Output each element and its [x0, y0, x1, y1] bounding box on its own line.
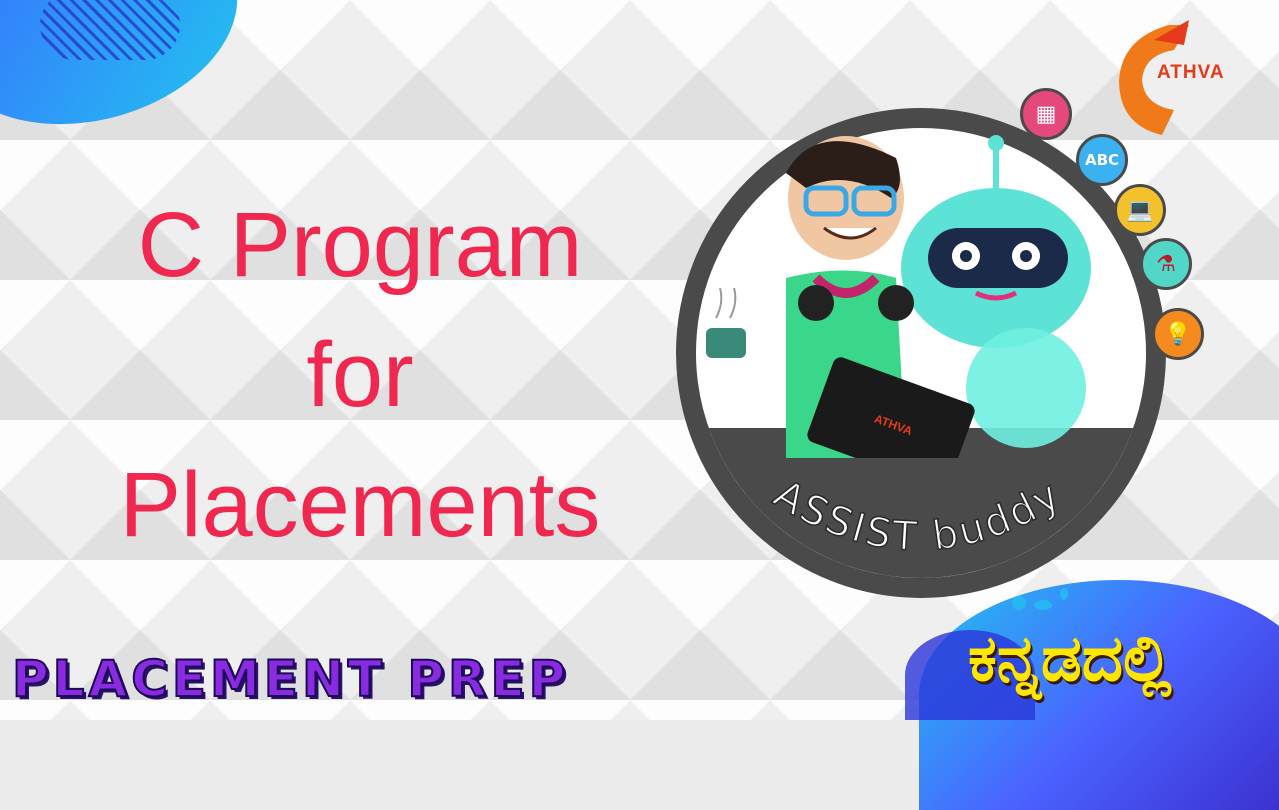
puzzle-icon: ▦ [1020, 88, 1072, 140]
svg-text:ASSIST buddy: ASSIST buddy [766, 471, 1070, 560]
title-line-1: C Program [137, 194, 583, 296]
mascot-illustration-icon: ATHVA [706, 135, 1091, 458]
water-drop [1012, 596, 1026, 610]
assist-buddy-wordmark: ASSIST buddy [765, 470, 1070, 561]
laptop-icon: 💻 [1114, 184, 1166, 236]
main-title: C Program for Placements [40, 180, 680, 570]
top-left-stripes [40, 0, 180, 60]
title-line-3: Placements [119, 454, 601, 556]
placement-prep-label: PLACEMENT PREP [11, 649, 570, 709]
badge-text: ASSIST buddy [765, 470, 1068, 561]
water-drop [1034, 600, 1052, 610]
kannada-label: ಕನ್ನಡದಲ್ಲಿ [968, 622, 1172, 696]
abc-blocks-icon: ABC [1076, 134, 1128, 186]
water-drop [1060, 588, 1068, 600]
logo-wordmark: ATHVA [1157, 62, 1225, 83]
flask-icon: ⚗ [1140, 238, 1192, 290]
lightbulb-icon: 💡 [1152, 308, 1204, 360]
title-line-2: for [306, 324, 414, 426]
